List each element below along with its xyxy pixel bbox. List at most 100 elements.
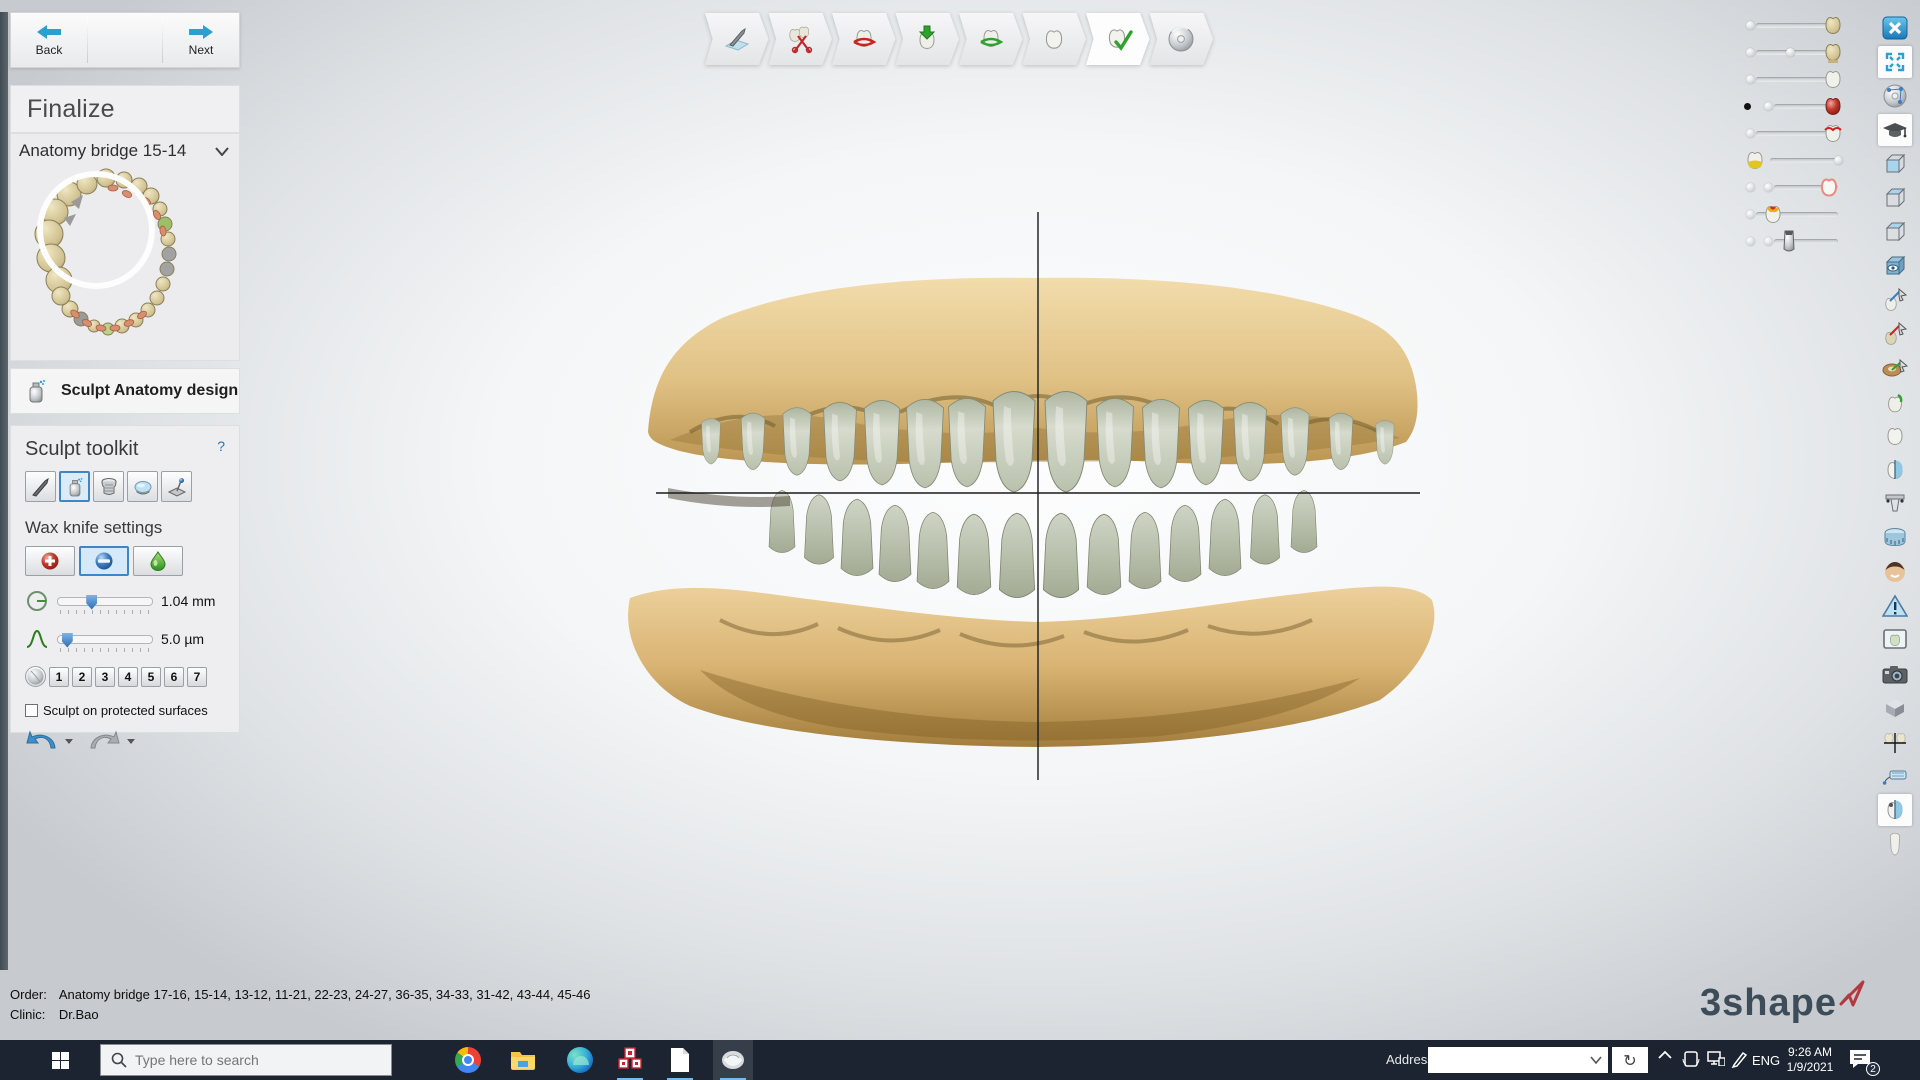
back-button[interactable]: Back (11, 13, 87, 67)
outline-pink-thumb[interactable] (1816, 175, 1842, 199)
taskbar-app-remote[interactable] (616, 1046, 644, 1074)
die-gray-thumb[interactable] (1776, 229, 1802, 253)
tray-expand-icon[interactable] (1658, 1050, 1672, 1060)
start-button[interactable] (40, 1040, 80, 1080)
layer-knob[interactable] (1746, 75, 1755, 84)
heatmap-thumb[interactable] (1760, 202, 1786, 226)
layer-knob[interactable] (1764, 183, 1773, 192)
occlusal-compass-button[interactable] (1878, 726, 1912, 758)
prep-red-thumb[interactable] (1820, 94, 1846, 118)
layer-knob[interactable] (1746, 237, 1755, 246)
measure-band-button[interactable] (1878, 522, 1912, 554)
language-indicator[interactable]: ENG (1752, 1053, 1780, 1068)
anatomy-white-thumb[interactable] (1820, 67, 1846, 91)
step-scan-plan[interactable] (705, 13, 769, 65)
spray-add-tool-button[interactable] (59, 471, 90, 502)
step-anatomy-design[interactable] (1023, 13, 1087, 65)
view-cube-section-button[interactable] (1878, 182, 1912, 214)
notification-center-button[interactable]: 2 (1848, 1048, 1878, 1072)
clamp-tool-button[interactable] (1878, 386, 1912, 418)
brush-preset-5[interactable]: 5 (141, 667, 161, 687)
smooth-wax-button[interactable] (133, 546, 183, 576)
radius-slider[interactable] (57, 597, 153, 606)
redo-history-caret[interactable] (127, 739, 135, 744)
taskbar-clock[interactable]: 9:26 AM 1/9/2021 (1782, 1045, 1838, 1075)
pen-tray-icon[interactable] (1731, 1050, 1749, 1068)
sculpt-anatomy-design-button[interactable]: Sculpt Anatomy design (10, 368, 240, 414)
patient-photo-button[interactable] (1878, 556, 1912, 588)
tablet-tray-icon[interactable] (1682, 1050, 1700, 1068)
pontic-tan-thumb[interactable] (1820, 40, 1846, 64)
burn-disc-button[interactable] (1878, 80, 1912, 112)
wax-knife-tool-button[interactable] (25, 471, 56, 502)
brush-preset-2[interactable]: 2 (72, 667, 92, 687)
layer-radio-selected[interactable] (1744, 103, 1751, 110)
brush-preset-7[interactable]: 7 (187, 667, 207, 687)
view-cube-front-button[interactable] (1878, 148, 1912, 180)
layer-track[interactable] (1770, 158, 1838, 163)
refresh-button[interactable]: ↻ (1612, 1047, 1648, 1073)
cross-section-button[interactable] (1878, 454, 1912, 486)
taskbar-app-chrome[interactable] (454, 1046, 482, 1074)
tooth-solid-button[interactable] (1878, 420, 1912, 452)
warnings-button[interactable] (1878, 590, 1912, 622)
wax-yellow-thumb[interactable] (1742, 148, 1768, 172)
brush-preset-6[interactable]: 6 (164, 667, 184, 687)
strength-slider-thumb[interactable] (62, 633, 73, 648)
sculpt-surface-button[interactable] (1878, 352, 1912, 384)
layer-knob[interactable] (1746, 48, 1755, 57)
add-wax-button[interactable] (25, 546, 75, 576)
redo-button[interactable] (87, 728, 121, 754)
protected-surfaces-checkbox[interactable] (25, 704, 38, 717)
close-button[interactable] (1878, 12, 1912, 44)
step-finalize[interactable] (1086, 13, 1150, 65)
crown-tan-thumb[interactable] (1820, 13, 1846, 37)
step-insertion-direction[interactable] (896, 13, 960, 65)
taskbar-app-dental[interactable] (719, 1046, 747, 1074)
layer-knob[interactable] (1764, 102, 1773, 111)
layer-knob[interactable] (1746, 183, 1755, 192)
single-tooth-button[interactable] (1878, 828, 1912, 860)
design-preview-button[interactable] (1878, 624, 1912, 656)
brush-preset-1[interactable]: 1 (49, 667, 69, 687)
training-button[interactable] (1878, 114, 1912, 146)
undo-button[interactable] (25, 728, 59, 754)
cross-section-active-button[interactable] (1878, 794, 1912, 826)
taskbar-app-edge[interactable] (566, 1046, 594, 1074)
smooth-disc-tool-button[interactable] (127, 471, 158, 502)
taskbar-app-notepad[interactable] (666, 1046, 694, 1074)
solid-cube-button[interactable] (1878, 692, 1912, 724)
morph-lever-tool-button[interactable] (161, 471, 192, 502)
brush-preset-3[interactable]: 3 (95, 667, 115, 687)
flatten-wax-button[interactable] (79, 546, 129, 576)
help-link[interactable]: ? (217, 438, 225, 454)
layer-knob[interactable] (1746, 21, 1755, 30)
step-frame-design[interactable] (959, 13, 1023, 65)
design-selector[interactable]: Anatomy bridge 15-14 (11, 134, 239, 168)
stamp-tool-button[interactable] (93, 471, 124, 502)
layer-knob[interactable] (1834, 156, 1843, 165)
layer-knob[interactable] (1746, 129, 1755, 138)
3d-viewport[interactable]: Order: Anatomy bridge 17-16, 15-14, 13-1… (0, 0, 1920, 1040)
search-input[interactable] (135, 1052, 365, 1068)
undo-history-caret[interactable] (65, 739, 73, 744)
view-cube-top-button[interactable] (1878, 216, 1912, 248)
probe-blue-button[interactable] (1878, 284, 1912, 316)
step-segmentation[interactable] (769, 13, 833, 65)
fullscreen-button[interactable] (1878, 46, 1912, 78)
radius-slider-thumb[interactable] (86, 595, 97, 610)
snapshot-camera-button[interactable] (1878, 658, 1912, 690)
taskbar-app-explorer[interactable] (509, 1046, 537, 1074)
arch-preview[interactable] (11, 168, 241, 360)
probe-red-button[interactable] (1878, 318, 1912, 350)
sphere-brush-button[interactable] (25, 666, 46, 687)
margin-red-thumb[interactable] (1820, 121, 1846, 145)
step-margin-line[interactable] (832, 13, 896, 65)
visibility-cube-button[interactable] (1878, 250, 1912, 282)
layer-knob[interactable] (1764, 237, 1773, 246)
dental-model[interactable] (560, 200, 1480, 800)
layer-mid-knob[interactable] (1786, 48, 1795, 57)
address-dropdown-icon[interactable] (1590, 1056, 1602, 1064)
next-button[interactable]: Next (163, 13, 239, 67)
taskbar-search[interactable] (100, 1044, 392, 1076)
